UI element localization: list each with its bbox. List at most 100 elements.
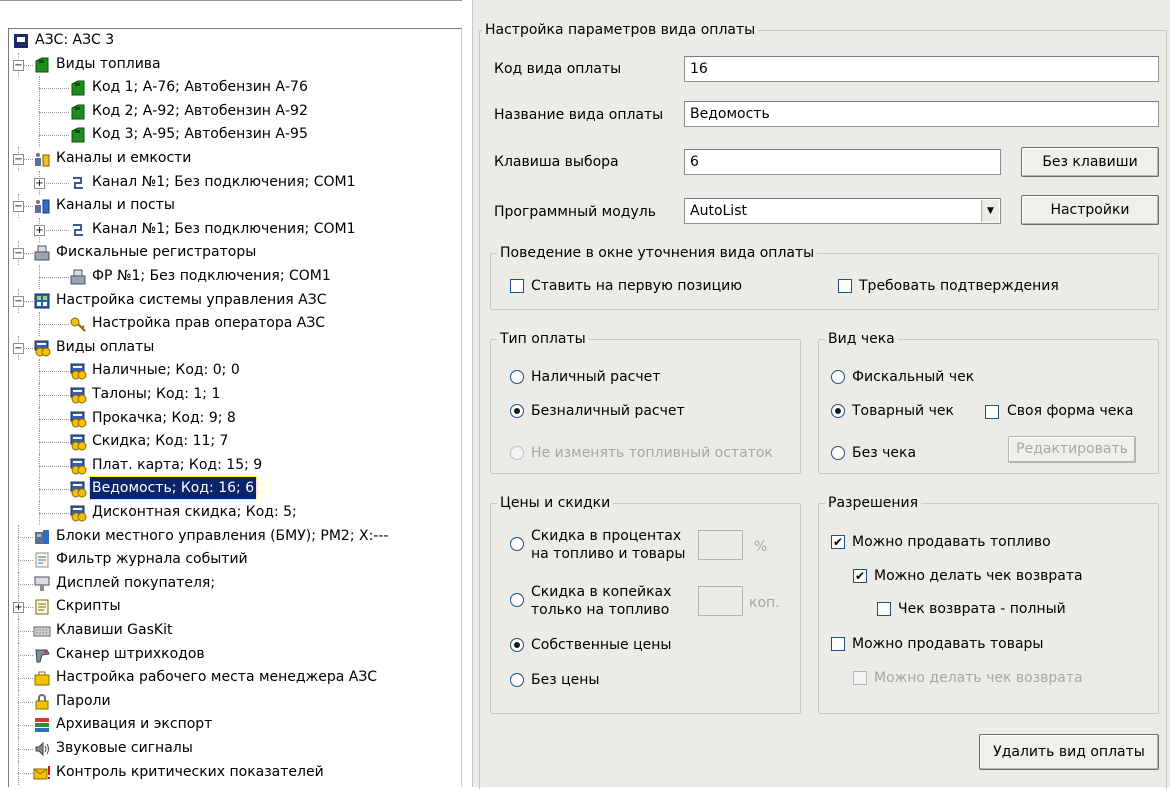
tree-item[interactable]: + Канал №1; Без подключения; COM1 [9, 218, 461, 242]
return-receipt-checkbox[interactable]: ✔ [853, 569, 867, 583]
kopeck-discount-label-line2[interactable]: только на топливо [531, 601, 669, 619]
kopeck-discount-radio[interactable] [510, 593, 524, 607]
tree-item-label[interactable]: Сканер штрихкодов [54, 643, 207, 665]
tree-item-label[interactable]: Фильтр журнала событий [54, 548, 250, 570]
goods-radio[interactable] [831, 404, 845, 418]
percent-discount-label-line1[interactable]: Скидка в процентах [531, 527, 681, 545]
full-return-checkbox[interactable] [877, 602, 891, 616]
fiscal-radio[interactable] [831, 370, 845, 384]
return-receipt-label[interactable]: Можно делать чек возврата [874, 567, 1083, 585]
collapse-icon[interactable]: − [13, 248, 24, 259]
tree-item[interactable]: − Каналы и посты [9, 194, 461, 218]
name-field[interactable]: Ведомость [684, 101, 1159, 127]
module-settings-button[interactable]: Настройки [1021, 195, 1159, 225]
tree-item-label[interactable]: Талоны; Код: 1; 1 [90, 383, 222, 405]
tree-item-label[interactable]: Архивация и экспорт [54, 713, 214, 735]
expand-icon[interactable]: + [34, 178, 45, 189]
tree-item-label[interactable]: Настройка системы управления АЗС [54, 289, 329, 311]
code-field[interactable]: 16 [684, 56, 1159, 82]
tree-item-label[interactable]: Настройка прав оператора АЗС [90, 312, 327, 334]
tree-item-label[interactable]: Канал №1; Без подключения; COM1 [90, 171, 358, 193]
tree-item[interactable]: Талоны; Код: 1; 1 [9, 383, 461, 407]
tree-item[interactable]: Настройка прав оператора АЗС [9, 312, 461, 336]
key-field[interactable]: 6 [684, 149, 1001, 175]
tree-item[interactable]: Наличные; Код: 0; 0 [9, 359, 461, 383]
percent-discount-radio[interactable] [510, 537, 524, 551]
tree-item[interactable]: − Виды топлива [9, 53, 461, 77]
tree-item[interactable]: ФР №1; Без подключения; COM1 [9, 265, 461, 289]
tree-item[interactable]: − Виды оплаты [9, 336, 461, 360]
tree-item[interactable]: + Скрипты [9, 595, 461, 619]
sell-fuel-checkbox[interactable]: ✔ [831, 535, 845, 549]
collapse-icon[interactable]: − [13, 154, 24, 165]
tree-item[interactable]: Звуковые сигналы [9, 737, 461, 761]
module-select[interactable]: AutoList ▼ [684, 198, 1001, 224]
tree-item-label[interactable]: Блоки местного управления (БМУ); PM2; X:… [54, 525, 390, 547]
tree-item-label[interactable]: АЗС: АЗС 3 [33, 29, 116, 51]
settings-tree[interactable]: АЗС: АЗС 3− Виды топлива Код 1; А-76; Авто… [8, 28, 462, 787]
expand-icon[interactable]: + [34, 225, 45, 236]
tree-item-label[interactable]: ФР №1; Без подключения; COM1 [90, 265, 333, 287]
cashless-radio[interactable] [510, 404, 524, 418]
tree-item[interactable]: Плат. карта; Код: 15; 9 [9, 454, 461, 478]
full-return-label[interactable]: Чек возврата - полный [898, 600, 1066, 618]
tree-item-label[interactable]: Виды топлива [54, 53, 163, 75]
own-prices-radio[interactable] [510, 638, 524, 652]
collapse-icon[interactable]: − [13, 60, 24, 71]
tree-item-label[interactable]: Наличные; Код: 0; 0 [90, 359, 242, 381]
delete-payment-type-button[interactable]: Удалить вид оплаты [979, 734, 1159, 770]
tree-item-label[interactable]: Код 2; А-92; Автобензин А-92 [90, 100, 310, 122]
tree-item-label[interactable]: Код 3; А-95; Автобензин А-95 [90, 123, 310, 145]
own-form-checkbox[interactable] [985, 405, 999, 419]
cash-label[interactable]: Наличный расчет [531, 368, 660, 386]
tree-item[interactable]: Ведомость; Код: 16; 6 [9, 476, 461, 501]
panel-splitter[interactable] [462, 0, 472, 787]
chevron-down-icon[interactable]: ▼ [981, 200, 999, 222]
no-key-button[interactable]: Без клавиши [1021, 147, 1159, 177]
tree-item[interactable]: Пароли [9, 690, 461, 714]
own-form-label[interactable]: Своя форма чека [1007, 402, 1133, 420]
tree-item[interactable]: Фильтр журнала событий [9, 548, 461, 572]
percent-discount-label-line2[interactable]: на топливо и товары [531, 545, 685, 563]
cashless-label[interactable]: Безналичный расчет [531, 402, 685, 420]
tree-item[interactable]: Настройка рабочего места менеджера АЗС [9, 666, 461, 690]
tree-item[interactable]: Скидка; Код: 11; 7 [9, 430, 461, 454]
tree-item[interactable]: Архивация и экспорт [9, 713, 461, 737]
no-receipt-label[interactable]: Без чека [852, 444, 916, 462]
expand-icon[interactable]: + [13, 602, 24, 613]
sell-goods-label[interactable]: Можно продавать товары [852, 635, 1043, 653]
tree-item[interactable]: Сканер штрихкодов [9, 643, 461, 667]
collapse-icon[interactable]: − [13, 296, 24, 307]
first-position-checkbox[interactable] [510, 279, 524, 293]
tree-item[interactable]: Прокачка; Код: 9; 8 [9, 407, 461, 431]
tree-item[interactable]: Дисконтная скидка; Код: 5; [9, 501, 461, 525]
tree-item-label[interactable]: Звуковые сигналы [54, 737, 195, 759]
collapse-icon[interactable]: − [13, 201, 24, 212]
require-confirm-label[interactable]: Требовать подтверждения [859, 277, 1059, 295]
tree-item-label[interactable]: Каналы и посты [54, 194, 177, 216]
tree-item-label[interactable]: Прокачка; Код: 9; 8 [90, 407, 238, 429]
tree-item-label[interactable]: Виды оплаты [54, 336, 156, 358]
fiscal-label[interactable]: Фискальный чек [852, 368, 974, 386]
tree-item[interactable]: − Каналы и емкости [9, 147, 461, 171]
tree-item-label[interactable]: Ведомость; Код: 16; 6 [88, 476, 258, 500]
tree-item-label[interactable]: Каналы и емкости [54, 147, 193, 169]
tree-item[interactable]: АЗС: АЗС 3 [9, 29, 461, 53]
tree-item[interactable]: + Канал №1; Без подключения; COM1 [9, 171, 461, 195]
first-position-label[interactable]: Ставить на первую позицию [531, 277, 742, 295]
own-prices-label[interactable]: Собственные цены [531, 636, 671, 654]
tree-item[interactable]: Дисплей покупателя; [9, 572, 461, 596]
tree-item-label[interactable]: Пароли [54, 690, 113, 712]
tree-item[interactable]: Код 1; А-76; Автобензин А-76 [9, 76, 461, 100]
tree-item-label[interactable]: Дисконтная скидка; Код: 5; [90, 501, 299, 523]
tree-item-label[interactable]: Код 1; А-76; Автобензин А-76 [90, 76, 310, 98]
tree-item[interactable]: − Фискальные регистраторы [9, 241, 461, 265]
tree-item[interactable]: Код 2; А-92; Автобензин А-92 [9, 100, 461, 124]
tree-item-label[interactable]: Клавиши GasKit [54, 619, 174, 641]
tree-item[interactable]: − Настройка системы управления АЗС [9, 289, 461, 313]
require-confirm-checkbox[interactable] [838, 279, 852, 293]
tree-item-label[interactable]: Скрипты [54, 595, 123, 617]
tree-item[interactable]: Клавиши GasKit [9, 619, 461, 643]
no-price-label[interactable]: Без цены [531, 671, 599, 689]
tree-item-label[interactable]: Канал №1; Без подключения; COM1 [90, 218, 358, 240]
